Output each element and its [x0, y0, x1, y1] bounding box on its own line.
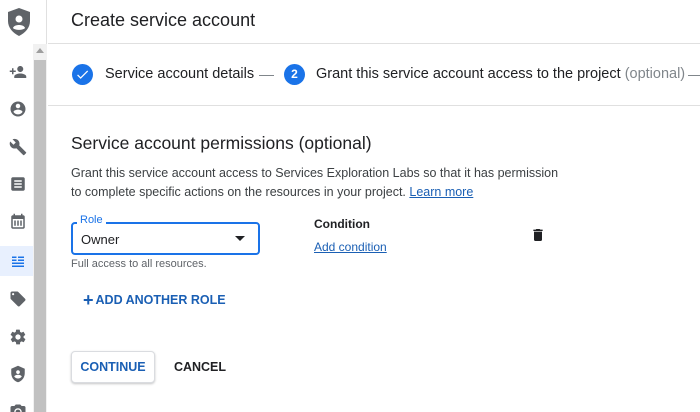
step2-optional-text: (optional) [624, 66, 686, 82]
account-circle-icon[interactable] [6, 97, 30, 121]
wrench-icon[interactable] [6, 135, 30, 159]
add-another-role-button[interactable]: + ADD ANOTHER ROLE [83, 290, 226, 310]
role-help-text: Full access to all resources. [71, 258, 207, 270]
step1-complete-check-icon[interactable] [72, 64, 93, 85]
camera-icon[interactable] [6, 400, 30, 412]
cancel-button[interactable]: CANCEL [166, 351, 234, 383]
continue-button[interactable]: CONTINUE [71, 351, 155, 383]
scrollbar-thumb[interactable] [34, 60, 46, 412]
learn-more-link[interactable]: Learn more [409, 185, 473, 199]
scroll-up-arrow-icon[interactable] [36, 48, 44, 53]
permissions-description-text: Grant this service account access to Ser… [71, 166, 559, 199]
security-shield-logo-icon [8, 8, 30, 36]
step-connector-2 [688, 75, 700, 76]
permissions-title: Service account permissions (optional) [71, 133, 372, 153]
sidebar-scrollbar[interactable] [33, 44, 47, 412]
step2-number[interactable]: 2 [284, 64, 305, 85]
step1-label[interactable]: Service account details [105, 66, 254, 82]
step-connector [259, 75, 274, 76]
step2-label-text: Grant this service account access to the… [316, 66, 621, 82]
stepper: Service account details 2 Grant this ser… [48, 44, 700, 106]
permissions-description: Grant this service account access to Ser… [71, 164, 571, 202]
person-add-icon[interactable] [6, 60, 30, 84]
gear-icon[interactable] [6, 325, 30, 349]
shield-icon[interactable] [6, 362, 30, 386]
tag-icon[interactable] [6, 287, 30, 311]
dropdown-caret-icon[interactable] [235, 236, 245, 241]
condition-label: Condition [314, 217, 370, 231]
add-another-role-label: ADD ANOTHER ROLE [95, 293, 226, 307]
step2-label[interactable]: Grant this service account access to the… [316, 66, 685, 82]
list-icon[interactable] [6, 172, 30, 196]
role-select-label: Role [77, 214, 106, 226]
page-title: Create service account [71, 10, 256, 30]
add-condition-link[interactable]: Add condition [314, 240, 387, 254]
role-select-value[interactable]: Owner [81, 232, 119, 247]
trash-icon[interactable] [530, 227, 546, 243]
left-nav-rail [0, 0, 47, 412]
plus-icon: + [83, 290, 94, 310]
page-header: Create service account [48, 0, 700, 44]
service-account-icon[interactable] [6, 249, 30, 273]
calendar-icon[interactable] [6, 210, 30, 234]
